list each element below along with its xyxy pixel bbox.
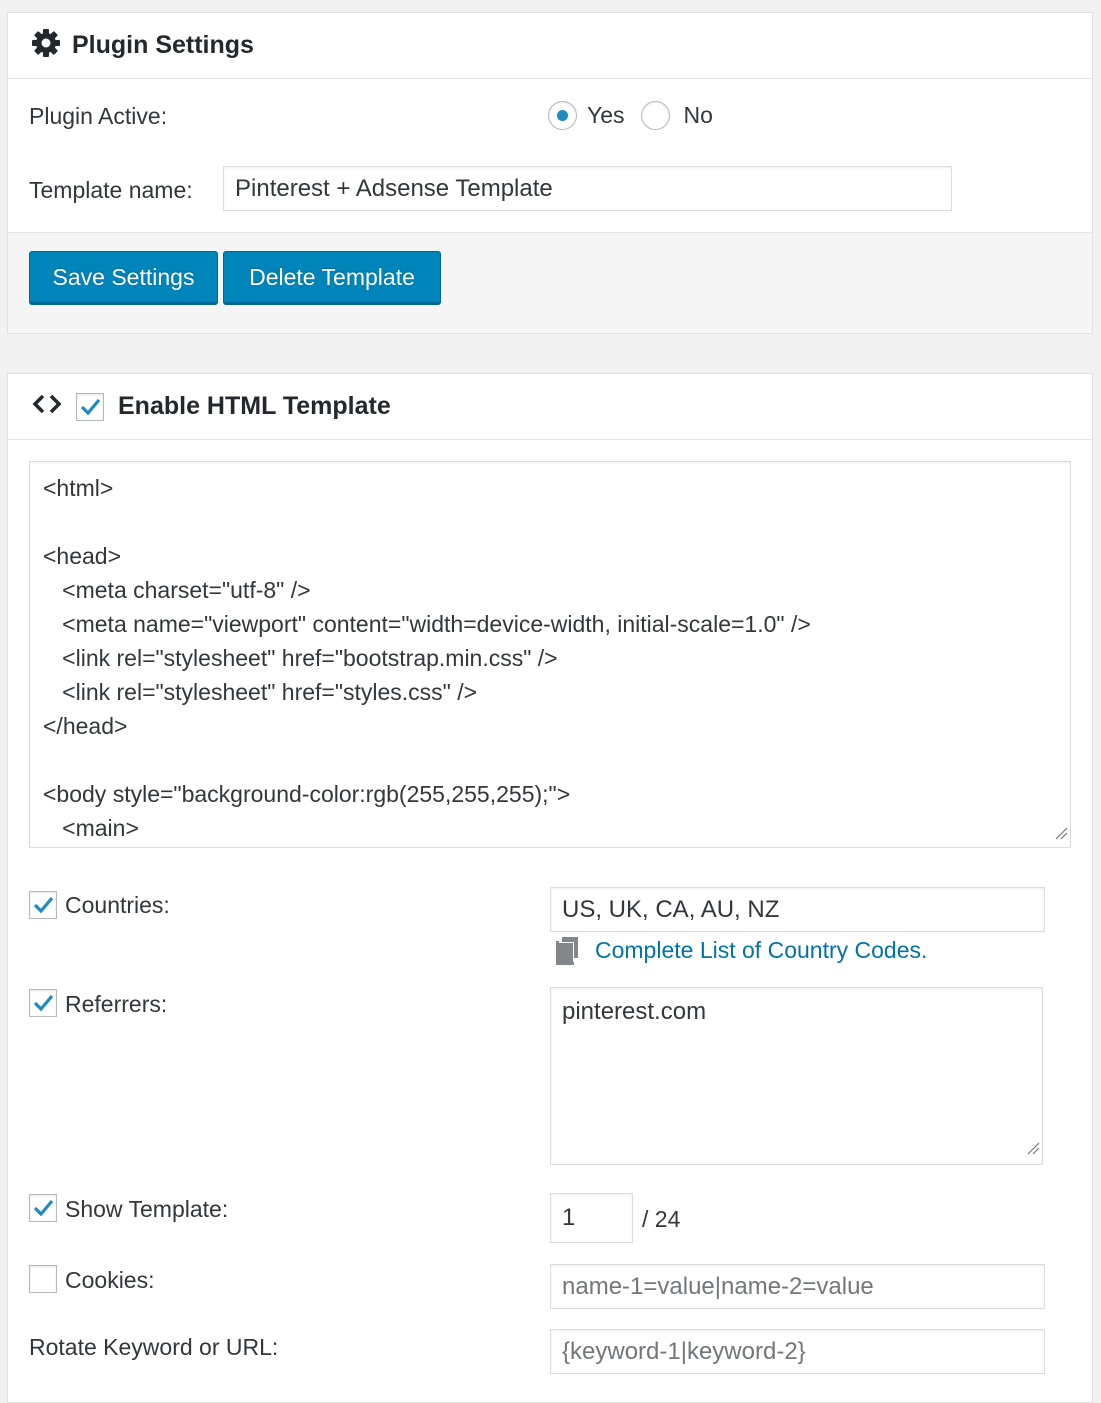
radio-yes-label: Yes: [587, 102, 625, 128]
plugin-active-label: Plugin Active:: [29, 103, 168, 129]
checkmark-icon: [33, 896, 54, 914]
resize-handle-icon[interactable]: [1054, 826, 1068, 845]
delete-template-button[interactable]: Delete Template: [223, 251, 441, 303]
enable-html-template-checkbox[interactable]: [76, 392, 104, 421]
rotate-input[interactable]: {keyword-1|keyword-2}: [550, 1329, 1045, 1374]
show-template-input[interactable]: 1: [550, 1193, 633, 1243]
cookies-label: Cookies:: [65, 1267, 155, 1293]
template-name-label: Template name:: [29, 177, 193, 203]
html-template-header: Enable HTML Template: [8, 374, 1092, 440]
cookies-checkbox[interactable]: [29, 1265, 57, 1293]
code-line: <meta charset="utf-8" />: [43, 577, 311, 603]
show-template-total: / 24: [642, 1206, 681, 1232]
checkmark-icon: [33, 994, 54, 1012]
code-icon: [32, 393, 62, 420]
plugin-active-radio-group: Yes No: [548, 101, 713, 130]
settings-actions-bar: Save Settings Delete Template: [8, 232, 1092, 333]
html-template-panel: Enable HTML Template <html> <head> <meta…: [7, 373, 1093, 1403]
cookies-input[interactable]: name-1=value|name-2=value: [550, 1264, 1045, 1309]
radio-no-label: No: [683, 102, 713, 128]
show-template-label: Show Template:: [65, 1196, 229, 1222]
save-settings-button[interactable]: Save Settings: [29, 251, 218, 303]
code-line: </head>: [43, 713, 128, 739]
panel-title: Enable HTML Template: [118, 392, 391, 420]
resize-handle-icon[interactable]: [1026, 1134, 1040, 1162]
plugin-settings-header: Plugin Settings: [8, 13, 1092, 79]
template-name-input[interactable]: Pinterest + Adsense Template: [223, 166, 952, 211]
countries-checkbox[interactable]: [29, 891, 57, 919]
show-template-checkbox[interactable]: [29, 1194, 57, 1222]
code-line: <meta name="viewport" content="width=dev…: [43, 611, 811, 637]
code-line: <body style="background-color:rgb(255,25…: [43, 781, 571, 807]
referrers-label: Referrers:: [65, 991, 168, 1017]
code-line: <main>: [43, 815, 139, 841]
checkmark-icon: [80, 398, 101, 415]
gear-icon: [30, 27, 62, 64]
countries-input[interactable]: US, UK, CA, AU, NZ: [550, 887, 1045, 932]
checkmark-icon: [33, 1199, 54, 1217]
html-code-textarea[interactable]: <html> <head> <meta charset="utf-8" /> <…: [29, 461, 1071, 848]
plugin-settings-panel: Plugin Settings Plugin Active: Yes No Te…: [7, 12, 1093, 334]
radio-no[interactable]: [640, 101, 670, 130]
radio-yes[interactable]: [548, 101, 577, 130]
code-line: <head>: [43, 543, 122, 569]
code-line: <html>: [43, 475, 114, 501]
panel-title: Plugin Settings: [72, 31, 254, 59]
rotate-label: Rotate Keyword or URL:: [29, 1334, 279, 1360]
code-line: <link rel="stylesheet" href="styles.css"…: [43, 679, 478, 705]
referrers-checkbox[interactable]: [29, 989, 57, 1017]
countries-label: Countries:: [65, 892, 170, 918]
country-codes-link[interactable]: Complete List of Country Codes.: [595, 937, 927, 964]
copy-icon: [554, 936, 580, 971]
referrers-textarea[interactable]: pinterest.com: [550, 987, 1043, 1165]
code-line: <link rel="stylesheet" href="bootstrap.m…: [43, 645, 558, 671]
referrers-value: pinterest.com: [562, 998, 707, 1025]
